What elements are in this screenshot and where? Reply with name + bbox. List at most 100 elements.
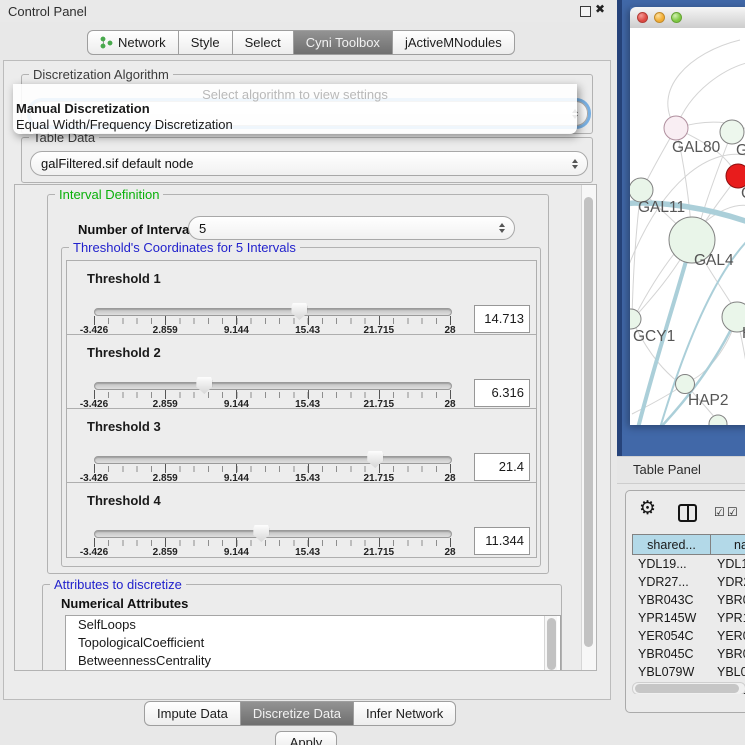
algorithm-option-1[interactable]: Manual Discretization xyxy=(16,101,150,116)
close-icon[interactable]: ✖ xyxy=(595,2,605,16)
table-row[interactable]: YDL19... YDL1 xyxy=(632,555,745,573)
slider-track[interactable] xyxy=(94,308,452,316)
numerical-attributes-list[interactable]: SelfLoopsTopologicalCoefficientBetweenne… xyxy=(65,615,561,671)
float-window-icon[interactable] xyxy=(580,6,591,17)
threshold-label: Threshold 3 xyxy=(87,419,161,434)
thresholds-group: Threshold's Coordinates for 5 Intervals … xyxy=(61,247,541,567)
node-partial-top-right[interactable] xyxy=(720,120,744,144)
slider-track[interactable] xyxy=(94,530,452,538)
thresholds-group-label: Threshold's Coordinates for 5 Intervals xyxy=(69,240,300,255)
threshold-label: Threshold 1 xyxy=(87,271,161,286)
combo-stepper-icon xyxy=(572,159,578,169)
slider-major-tick xyxy=(450,538,451,547)
threshold-value-field[interactable]: 14.713 xyxy=(474,305,530,333)
threshold-label: Threshold 4 xyxy=(87,493,161,508)
column-header-name[interactable]: na xyxy=(710,534,745,555)
slider-major-tick xyxy=(94,538,95,547)
cell-shared-name: YBL079W xyxy=(638,663,694,681)
table-data-group: Table Data galFiltered.sif default node xyxy=(21,137,593,183)
checkbox-icon[interactable]: ☑ xyxy=(714,505,725,519)
slider-major-tick xyxy=(94,316,95,325)
tab-network[interactable]: Network xyxy=(87,30,179,55)
node-label-gal80: GAL80 xyxy=(672,139,721,156)
node-attribute-table[interactable]: shared... na YDL19...YDL1YDR27...YDR2YBR… xyxy=(632,534,745,694)
table-row[interactable]: YER054CYER0 xyxy=(632,627,745,645)
table-data-combobox[interactable]: galFiltered.sif default node xyxy=(30,151,588,176)
tab-style[interactable]: Style xyxy=(178,30,233,55)
threshold-value-field[interactable]: 21.4 xyxy=(474,453,530,481)
app-root: Control Panel ✖ NetworkStyle Select Cyni T… xyxy=(0,0,745,745)
cell-shared-name: YER054C xyxy=(638,627,694,645)
control-panel-titlebar: Control Panel ✖ xyxy=(0,0,617,22)
interval-definition-group: Interval Definition Number of Intervals … xyxy=(47,194,549,574)
node-hap2[interactable] xyxy=(676,375,695,394)
table-row[interactable]: YBR043CYBR0 xyxy=(632,591,745,609)
table-row[interactable]: YBL079W YBL0 xyxy=(632,663,745,681)
slider-minor-ticks xyxy=(94,392,451,398)
threshold-label: Threshold 2 xyxy=(87,345,161,360)
table-row[interactable]: YPR145WYPR1 xyxy=(632,609,745,627)
network-canvas[interactable]: GAL80 GA C GAL11 GAL4 GCY1 H HAP2 xyxy=(630,28,745,425)
tab-impute-data[interactable]: Impute Data xyxy=(144,701,241,726)
close-traffic-light-icon[interactable] xyxy=(637,12,648,23)
tab-cyni-toolbox[interactable]: Cyni Toolbox xyxy=(293,30,393,55)
slider-major-tick xyxy=(308,538,309,547)
slider-track[interactable] xyxy=(94,456,452,464)
threshold-panel-2: Threshold 2-3.4262.8599.14415.4321.71528… xyxy=(66,334,537,410)
slider-track[interactable] xyxy=(94,382,452,390)
attributes-group-label: Attributes to discretize xyxy=(50,577,186,592)
zoom-traffic-light-icon[interactable] xyxy=(671,12,682,23)
node-partial-bottom[interactable] xyxy=(709,415,727,425)
number-of-intervals-label: Number of Intervals xyxy=(78,222,200,237)
table-horizontal-scrollbar[interactable] xyxy=(632,682,745,694)
threshold-value-field[interactable]: 6.316 xyxy=(474,379,530,407)
tab-discretize-data[interactable]: Discretize Data xyxy=(240,701,354,726)
number-of-intervals-combobox[interactable]: 5 xyxy=(188,216,515,240)
column-header-shared-name[interactable]: shared... xyxy=(632,534,711,555)
attribute-list-item[interactable]: BetweennessCentrality xyxy=(66,652,560,670)
tab-label: Select xyxy=(245,31,281,55)
slider-tick-label: 15.43 xyxy=(284,547,332,558)
attribute-list-item[interactable]: SelfLoops xyxy=(66,616,560,634)
slider-tick-label: 28 xyxy=(426,547,474,558)
slider-tick-label: 9.144 xyxy=(212,547,260,558)
slider-major-tick xyxy=(94,390,95,399)
tab-jactivemnodules[interactable]: jActiveMNodules xyxy=(392,30,515,55)
attributes-group: Attributes to discretize Numerical Attri… xyxy=(42,584,562,671)
slider-major-tick xyxy=(450,390,451,399)
node-label-partial-ga: GA xyxy=(736,142,745,159)
network-window-titlebar[interactable] xyxy=(630,7,745,29)
tab-infer-network[interactable]: Infer Network xyxy=(353,701,456,726)
threshold-value-field[interactable]: 11.344 xyxy=(474,527,530,555)
number-of-intervals-value: 5 xyxy=(199,221,206,236)
minimize-traffic-light-icon[interactable] xyxy=(654,12,665,23)
slider-major-tick xyxy=(165,464,166,473)
attribute-list-item[interactable]: TopologicalCoefficient xyxy=(66,634,560,652)
slider-major-tick xyxy=(308,390,309,399)
cell-name: YBR0 xyxy=(717,591,745,609)
tab-label: jActiveMNodules xyxy=(405,31,502,55)
table-row[interactable]: YBR045CYBR0 xyxy=(632,645,745,663)
node-label-hap2: HAP2 xyxy=(688,392,729,409)
settings-scrollbar[interactable] xyxy=(581,185,596,670)
table-data-value: galFiltered.sif default node xyxy=(41,156,193,171)
node-label-partial-c: C xyxy=(741,185,745,202)
cell-name: YBL0 xyxy=(717,663,745,681)
combo-stepper-icon xyxy=(499,223,505,233)
algorithm-option-2[interactable]: Equal Width/Frequency Discretization xyxy=(16,117,233,132)
checkbox-icon[interactable]: ☑ xyxy=(727,505,738,519)
slider-major-tick xyxy=(450,316,451,325)
attributes-scrollbar[interactable] xyxy=(544,616,557,671)
network-view-window: GAL80 GA C GAL11 GAL4 GCY1 H HAP2 xyxy=(630,7,745,425)
apply-button[interactable]: Apply xyxy=(275,731,337,745)
cell-shared-name: YDL19... xyxy=(638,555,687,573)
cell-name: YDL1 xyxy=(717,555,745,573)
panel-title: Control Panel xyxy=(8,4,87,19)
columns-icon[interactable] xyxy=(678,504,697,522)
table-row[interactable]: YDR27...YDR2 xyxy=(632,573,745,591)
table-panel-title: Table Panel xyxy=(633,462,701,477)
node-gal80[interactable] xyxy=(664,116,688,140)
slider-major-tick xyxy=(165,390,166,399)
gear-icon[interactable]: ⚙ xyxy=(639,497,656,520)
tab-select[interactable]: Select xyxy=(232,30,294,55)
